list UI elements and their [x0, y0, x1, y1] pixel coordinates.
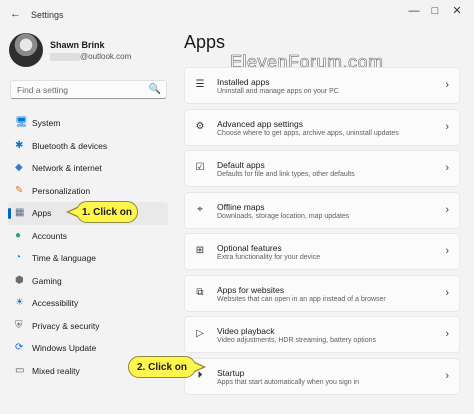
sidebar-item-bluetooth[interactable]: ✱ Bluetooth & devices [8, 135, 168, 158]
card-subtitle: Uninstall and manage apps on your PC [217, 88, 339, 95]
search-placeholder: Find a setting [17, 85, 69, 95]
card-offline-maps[interactable]: ⌖ Offline maps Downloads, storage locati… [184, 191, 460, 229]
chevron-right-icon: › [445, 203, 449, 216]
chevron-right-icon: › [445, 162, 449, 174]
sidebar-item-privacy[interactable]: ⛨ Privacy & security [8, 315, 168, 338]
list-icon: ☰ [195, 79, 205, 90]
card-title: Offline maps [217, 201, 265, 212]
sidebar: Shawn Brink @outlook.com Find a setting … [0, 0, 176, 386]
sidebar-item-network[interactable]: ◆ Network & internet [8, 157, 168, 180]
sidebar-item-label: Mixed reality [32, 365, 80, 376]
apps-icon: ▦ [15, 207, 25, 219]
email-redaction [50, 53, 80, 61]
minimize-button[interactable]: — [405, 4, 423, 18]
chevron-right-icon: › [445, 245, 449, 257]
search-input[interactable]: Find a setting 🔍 [10, 80, 167, 99]
card-advanced-app-settings[interactable]: ⚙ Advanced app settings Choose where to … [184, 108, 460, 146]
monitor-icon: 🖥 [15, 117, 28, 129]
card-startup[interactable]: ⏵ Startup Apps that start automatically … [184, 357, 460, 395]
close-button[interactable]: ✕ [448, 4, 466, 18]
card-subtitle: Websites that can open in an app instead… [217, 295, 386, 303]
chevron-right-icon: › [445, 328, 449, 340]
card-title: Startup [217, 367, 245, 378]
sidebar-item-label: Time & language [32, 253, 96, 264]
sidebar-item-accessibility[interactable]: ☀ Accessibility [8, 292, 168, 315]
card-title: Advanced app settings [217, 118, 304, 129]
card-optional-features[interactable]: ⊞ Optional features Extra functionality … [184, 233, 460, 270]
sidebar-item-accounts[interactable]: ● Accounts [8, 225, 168, 248]
card-title: Video playback [217, 326, 275, 336]
sidebar-item-label: Network & internet [32, 163, 102, 174]
website-app-icon: ⧉ [196, 286, 204, 298]
sidebar-item-system[interactable]: 🖥 System [8, 112, 168, 135]
card-subtitle: Extra functionality for your device [217, 254, 321, 261]
video-icon: ▷ [196, 328, 204, 339]
sidebar-item-time-language[interactable]: ◔ Time & language [8, 247, 168, 270]
headset-icon: ▭ [15, 364, 25, 376]
chevron-right-icon: › [445, 120, 449, 133]
chevron-right-icon: › [445, 369, 449, 382]
user-email: @outlook.com [80, 52, 132, 61]
map-icon: ⌖ [197, 203, 203, 215]
controller-icon: ⬢ [15, 274, 24, 286]
bluetooth-icon: ✱ [15, 139, 24, 151]
person-icon: ● [15, 229, 22, 241]
search-icon[interactable]: 🔍 [149, 84, 161, 95]
card-subtitle: Video adjustments, HDR streaming, batter… [217, 337, 377, 344]
card-subtitle: Defaults for file and link types, other … [217, 171, 355, 178]
sidebar-item-label: Accounts [32, 230, 67, 241]
user-name: Shawn Brink [50, 40, 105, 50]
card-video-playback[interactable]: ▷ Video playback Video adjustments, HDR … [184, 316, 460, 353]
card-default-apps[interactable]: ☑ Default apps Defaults for file and lin… [184, 150, 460, 187]
callout-step-2: 2. Click on [128, 356, 206, 378]
clock-globe-icon: ◔ [15, 252, 22, 264]
sidebar-item-label: System [32, 118, 61, 129]
update-icon: ⟳ [15, 342, 24, 354]
shield-icon: ⛨ [15, 319, 23, 331]
sidebar-item-label: Bluetooth & devices [32, 140, 108, 151]
card-title: Apps for websites [217, 284, 285, 295]
avatar[interactable] [9, 33, 43, 67]
sidebar-item-label: Privacy & security [32, 320, 100, 331]
sidebar-item-label: Apps [32, 208, 52, 219]
card-subtitle: Apps that start automatically when you s… [217, 378, 360, 386]
card-subtitle: Choose where to get apps, archive apps, … [217, 129, 399, 137]
sidebar-item-label: Personalization [32, 185, 91, 196]
callout-step-1: 1. Click on [66, 201, 138, 223]
card-title: Installed apps [217, 77, 270, 87]
sidebar-item-label: Gaming [32, 275, 62, 286]
page-title: Apps [184, 32, 226, 52]
network-icon: ◆ [15, 162, 23, 174]
maximize-button[interactable]: □ [426, 4, 444, 18]
card-title: Default apps [217, 160, 265, 170]
sidebar-item-gaming[interactable]: ⬢ Gaming [8, 270, 168, 293]
features-grid-icon: ⊞ [195, 245, 205, 256]
chevron-right-icon: › [445, 286, 449, 299]
nav-list: 🖥 System ✱ Bluetooth & devices ◆ Network… [8, 112, 168, 382]
sidebar-item-personalization[interactable]: ✎ Personalization [8, 180, 168, 203]
gear-icon: ⚙ [195, 120, 205, 132]
chevron-right-icon: › [445, 79, 449, 91]
brush-icon: ✎ [15, 184, 24, 196]
accessibility-icon: ☀ [15, 297, 24, 309]
sidebar-item-label: Accessibility [32, 298, 79, 309]
card-title: Optional features [217, 243, 282, 253]
sidebar-item-label: Windows Update [32, 343, 97, 354]
card-installed-apps[interactable]: ☰ Installed apps Uninstall and manage ap… [184, 67, 460, 104]
card-subtitle: Downloads, storage location, map updates [217, 212, 350, 220]
settings-card-list: ☰ Installed apps Uninstall and manage ap… [184, 67, 460, 399]
card-apps-for-websites[interactable]: ⧉ Apps for websites Websites that can op… [184, 274, 460, 312]
default-apps-icon: ☑ [195, 162, 205, 173]
